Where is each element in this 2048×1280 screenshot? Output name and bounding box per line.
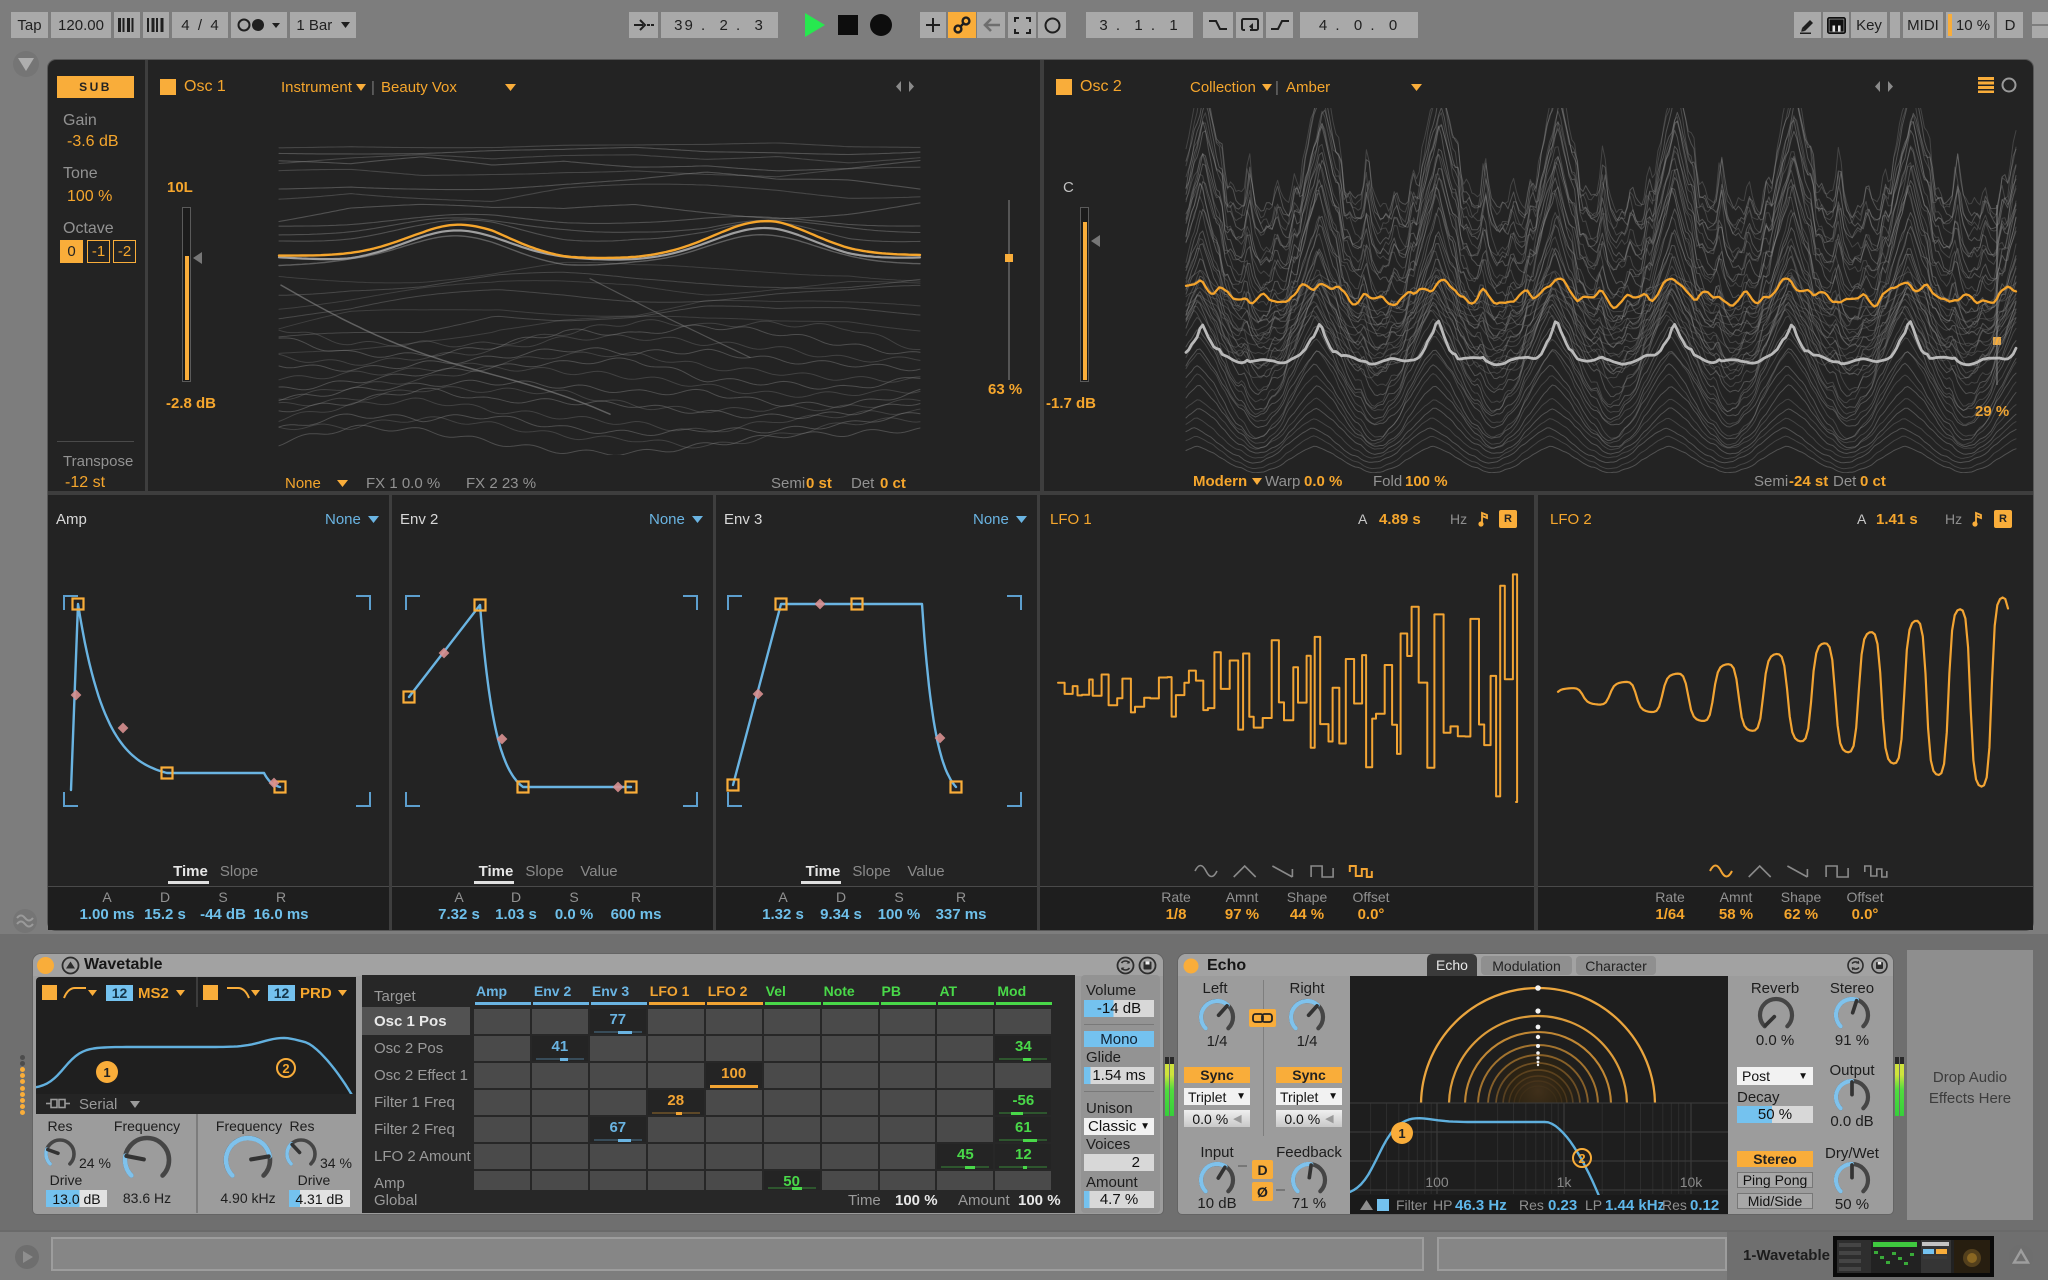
svg-text:1: 1 <box>103 1065 110 1080</box>
svg-text:10k: 10k <box>1680 1174 1704 1190</box>
svg-text:2: 2 <box>282 1061 289 1076</box>
svg-text:1k: 1k <box>1557 1174 1573 1190</box>
svg-text:1: 1 <box>1398 1126 1405 1141</box>
svg-text:2: 2 <box>1578 1151 1585 1166</box>
svg-text:100: 100 <box>1425 1174 1449 1190</box>
